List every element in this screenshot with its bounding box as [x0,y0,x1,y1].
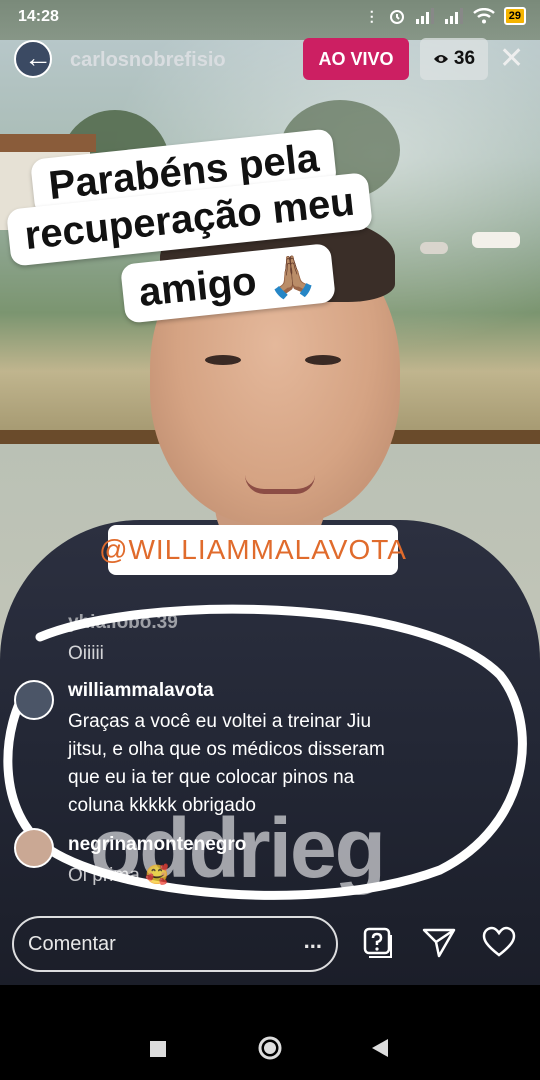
eye-icon [433,55,448,63]
viewer-count-button[interactable]: 36 [420,38,488,80]
comment-bar: Comentar ... [0,912,540,980]
comment-avatar[interactable] [14,680,54,720]
comment-username[interactable]: yhia.lobo.39 [68,612,178,634]
viewer-count: 36 [453,48,476,69]
triangle-icon[interactable] [371,1038,389,1058]
more-icon: ⋮ [364,7,379,24]
comment-username[interactable]: williammalavota [68,680,214,702]
more-options-icon[interactable]: ... [304,928,322,954]
circle-icon[interactable] [258,1036,282,1060]
comment-avatar[interactable] [14,828,54,868]
question-icon[interactable] [362,926,394,960]
live-badge: AO VIVO [303,38,409,80]
live-header: ← carlosnobrefisio AO VIVO 36 ✕ [0,34,540,86]
wifi-icon [472,8,495,24]
signal-icon [444,8,463,24]
status-bar: 14:28 ⋮ 29 [0,0,540,34]
heart-icon[interactable] [482,926,516,958]
comment-text: Oiiiii [68,643,104,664]
comment-input[interactable]: Comentar ... [12,916,338,972]
mention-sticker[interactable]: @WILLIAMMALAVOTA [99,525,406,575]
comment-placeholder: Comentar [28,933,116,955]
back-arrow-icon[interactable]: ← [24,44,52,72]
battery-icon: 29 [503,7,526,25]
comment-text: Graças a você eu voltei a treinar Jiu ji… [68,711,385,816]
status-time: 14:28 [18,8,59,25]
send-icon[interactable] [422,926,456,958]
signal-icon [415,8,434,24]
square-icon[interactable] [149,1040,167,1058]
comment-username[interactable]: negrinamontenegro [68,834,246,856]
host-username[interactable]: carlosnobrefisio [70,49,226,72]
comment-text: Oi prima 🥰 [68,865,169,886]
alarm-icon [389,10,404,24]
system-nav-bar [0,1000,540,1080]
close-icon[interactable]: ✕ [499,44,524,74]
